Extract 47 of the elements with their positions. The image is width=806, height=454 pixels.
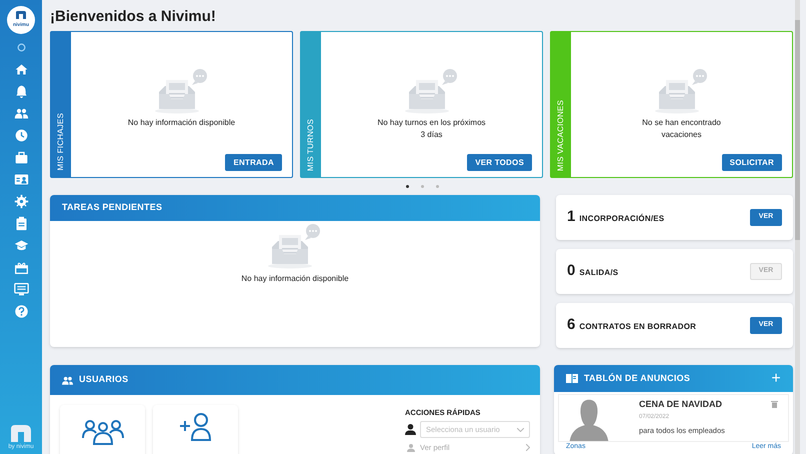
empty-message: No se han encontrado vacaciones	[641, 117, 722, 141]
scrollbar[interactable]	[795, 0, 800, 454]
card-action-button[interactable]: SOLICITAR	[722, 154, 782, 171]
bell-icon[interactable]	[14, 84, 28, 99]
empty-message: No hay información disponible	[241, 273, 349, 285]
trash-icon	[771, 400, 778, 408]
add-button[interactable]: +	[771, 370, 781, 386]
panel-title: USUARIOS	[79, 373, 128, 386]
empty-message: No hay información disponible	[126, 117, 236, 129]
logo-mark-icon	[15, 10, 27, 19]
card-tab-label: MIS TURNOS	[305, 118, 316, 171]
logo-mark-icon	[9, 424, 33, 442]
people-icon[interactable]	[14, 106, 28, 121]
clock-icon[interactable]	[14, 128, 28, 143]
gift-icon[interactable]	[14, 260, 28, 275]
card-tab-label: MIS FICHAJES	[55, 113, 66, 171]
chevron-right-icon	[526, 444, 530, 452]
help-icon[interactable]	[14, 304, 28, 319]
settings-icon[interactable]	[14, 194, 28, 209]
graduation-cap-icon[interactable]	[14, 238, 28, 253]
card-action-button[interactable]: ENTRADA	[225, 154, 282, 171]
empty-message: No hay turnos en los próximos 3 días	[376, 117, 487, 141]
stat-label: INCORPORACIÓN/ES	[579, 213, 664, 225]
people-icon	[62, 376, 73, 384]
avatar-placeholder	[567, 398, 611, 441]
stat-label: SALIDA/S	[579, 267, 618, 279]
card-action-button[interactable]: VER TODOS	[467, 154, 532, 171]
user-icon	[405, 424, 416, 436]
add-user-icon	[178, 413, 212, 441]
clipboard-icon[interactable]	[14, 216, 28, 231]
announcement-title: CENA DE NAVIDAD	[639, 398, 724, 411]
id-card-icon[interactable]	[14, 172, 28, 187]
page-title: ¡Bienvenidos a Nivimu!	[50, 7, 217, 27]
panel-header: TAREAS PENDIENTES	[50, 195, 540, 221]
stat-count: 1	[567, 207, 576, 228]
stat-count: 0	[567, 261, 576, 282]
briefcase-icon[interactable]	[14, 150, 28, 165]
stat-label: CONTRATOS EN BORRADOR	[579, 321, 696, 333]
screen-icon[interactable]	[14, 282, 28, 297]
user-icon	[407, 444, 415, 452]
panel-title: TABLÓN DE ANUNCIOS	[584, 372, 692, 385]
chevron-down-icon	[517, 428, 524, 432]
group-icon	[82, 419, 124, 445]
card-tab-label: MIS VACACIONES	[555, 100, 566, 171]
stat-count: 6	[567, 315, 576, 336]
home-icon[interactable]	[14, 62, 28, 77]
book-icon	[566, 374, 578, 383]
